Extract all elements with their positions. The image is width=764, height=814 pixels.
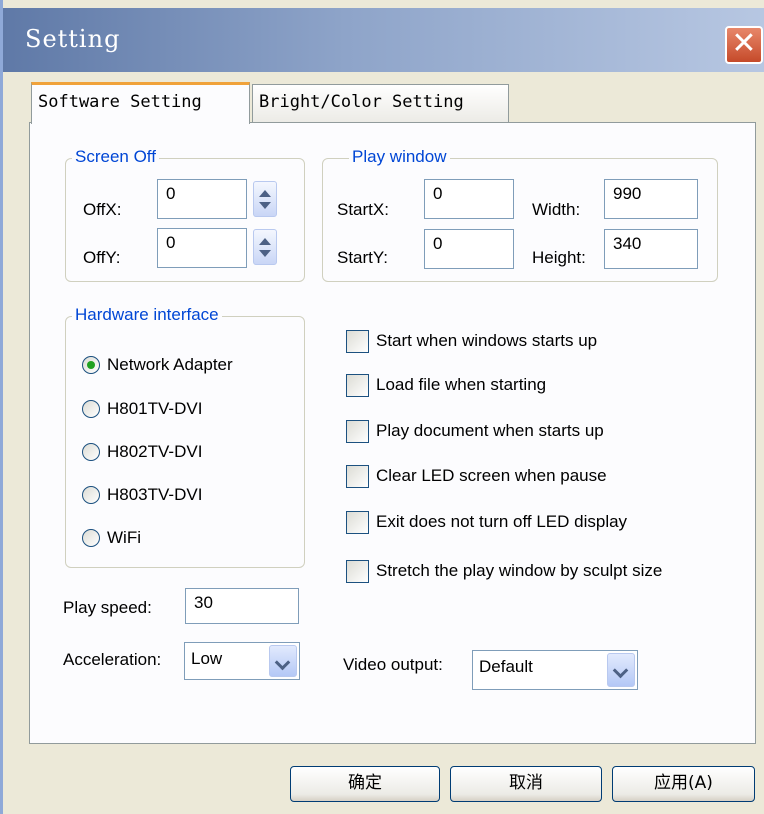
radio-label[interactable]: H803TV-DVI	[107, 485, 202, 505]
height-input[interactable]: 340	[604, 229, 698, 269]
checkbox-exit-no-turnoff[interactable]	[346, 511, 369, 534]
width-label: Width:	[532, 200, 581, 219]
radio-h801tv-dvi[interactable]	[82, 400, 100, 418]
startx-label: StartX:	[337, 200, 389, 219]
offy-label: OffY:	[83, 248, 121, 267]
group-legend: Hardware interface	[72, 305, 222, 325]
offx-spinner[interactable]	[253, 181, 277, 217]
radio-label[interactable]: WiFi	[107, 528, 141, 548]
cancel-button[interactable]: 取消	[450, 766, 602, 802]
checkbox-label[interactable]: Clear LED screen when pause	[376, 466, 607, 486]
offx-input[interactable]: 0	[157, 179, 247, 219]
checkbox-label[interactable]: Start when windows starts up	[376, 331, 597, 351]
radio-network-adapter[interactable]	[82, 356, 100, 374]
width-input[interactable]: 990	[604, 179, 698, 219]
spin-down-icon[interactable]	[259, 202, 271, 209]
apply-button[interactable]: 应用(A)	[612, 766, 755, 802]
checkbox-stretch-window[interactable]	[346, 560, 369, 583]
close-icon: ✕	[731, 26, 757, 61]
close-button[interactable]: ✕	[725, 26, 763, 64]
height-label: Height:	[532, 248, 586, 267]
radio-label[interactable]: H801TV-DVI	[107, 399, 202, 419]
tab-software-setting[interactable]: Software Setting	[31, 82, 250, 124]
offy-input[interactable]: 0	[157, 228, 247, 268]
radio-h802tv-dvi[interactable]	[82, 443, 100, 461]
starty-input[interactable]: 0	[424, 229, 514, 269]
starty-label: StartY:	[337, 248, 389, 267]
title-bar[interactable]: Setting ✕	[3, 8, 764, 72]
settings-dialog: Setting ✕ Software Setting Bright/Color …	[0, 0, 764, 814]
radio-label[interactable]: Network Adapter	[107, 355, 233, 375]
video-output-select[interactable]: Default	[472, 650, 638, 690]
checkbox-load-file[interactable]	[346, 374, 369, 397]
video-output-value: Default	[479, 657, 533, 676]
window-title: Setting	[25, 25, 121, 53]
group-legend: Play window	[349, 147, 450, 167]
video-output-label: Video output:	[343, 655, 443, 674]
tab-label: Software Setting	[38, 92, 202, 112]
radio-label[interactable]: H802TV-DVI	[107, 442, 202, 462]
tab-bright-color-setting[interactable]: Bright/Color Setting	[252, 84, 509, 122]
acceleration-select[interactable]: Low	[184, 642, 300, 680]
spin-down-icon[interactable]	[259, 250, 271, 257]
checkbox-label[interactable]: Stretch the play window by sculpt size	[376, 561, 662, 581]
checkbox-start-with-windows[interactable]	[346, 330, 369, 353]
ok-button[interactable]: 确定	[290, 766, 440, 802]
play-speed-input[interactable]: 30	[185, 588, 299, 624]
spin-up-icon[interactable]	[259, 190, 271, 197]
checkbox-play-document[interactable]	[346, 420, 369, 443]
checkbox-clear-led[interactable]	[346, 465, 369, 488]
offy-spinner[interactable]	[253, 229, 277, 265]
spin-up-icon[interactable]	[259, 238, 271, 245]
startx-input[interactable]: 0	[424, 179, 514, 219]
chevron-down-icon[interactable]	[269, 645, 297, 677]
chevron-down-icon[interactable]	[607, 653, 635, 687]
acceleration-label: Acceleration:	[63, 650, 162, 669]
checkbox-label[interactable]: Exit does not turn off LED display	[376, 512, 627, 532]
radio-selected-dot	[87, 361, 95, 369]
play-speed-label: Play speed:	[63, 598, 152, 617]
offx-label: OffX:	[83, 200, 122, 219]
group-legend: Screen Off	[72, 147, 159, 167]
checkbox-label[interactable]: Load file when starting	[376, 375, 546, 395]
tab-label: Bright/Color Setting	[259, 92, 464, 112]
acceleration-value: Low	[191, 649, 223, 668]
radio-h803tv-dvi[interactable]	[82, 486, 100, 504]
checkbox-label[interactable]: Play document when starts up	[376, 421, 604, 441]
radio-wifi[interactable]	[82, 529, 100, 547]
